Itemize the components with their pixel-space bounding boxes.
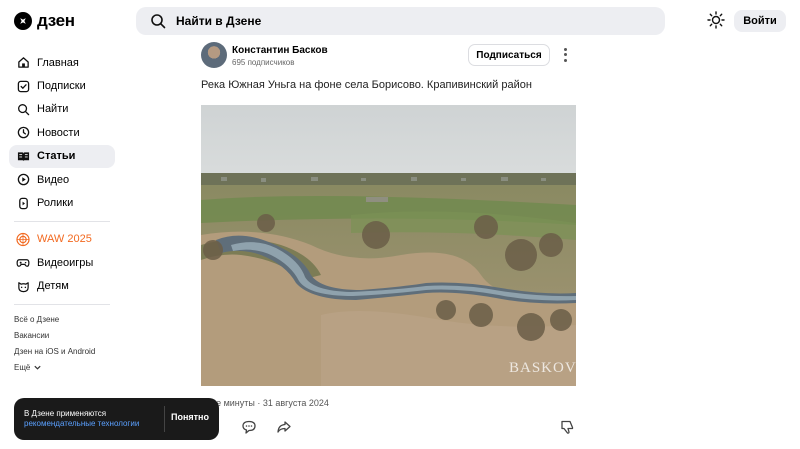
sidebar-item-label: Статьи [37,150,76,163]
home-icon [16,56,30,70]
search-placeholder: Найти в Дзене [176,14,262,28]
search-input[interactable]: Найти в Дзене [136,7,665,35]
shorts-icon [16,196,30,210]
kids-icon [16,279,30,293]
author-name[interactable]: Константин Басков [232,45,328,56]
sidebar-item-label: Новости [37,126,80,139]
landscape-image [201,105,576,386]
chevron-down-icon [34,366,41,371]
articles-icon [16,149,30,163]
sidebar-item-label: Найти [37,103,69,116]
article-meta: олее минуты · 31 августа 2024 [201,398,329,408]
sidebar-item-label: Ролики [37,197,74,210]
search-icon [16,102,30,116]
sidebar-divider [14,303,110,305]
search-icon [151,14,166,29]
toast-ok-button[interactable]: Понятно [171,412,209,422]
sidebar-item-label: Видео [37,173,70,186]
sidebar-item-label: Детям [37,280,69,293]
article-caption: Река Южная Уньга на фоне села Борисово. … [201,79,532,91]
toast-text: В Дзене применяются [24,409,107,418]
dzen-logo-icon [14,12,32,30]
more-options-icon[interactable] [558,47,572,63]
sidebar-item-waw[interactable]: WAW 2025 [9,228,115,251]
video-icon [16,173,30,187]
author-subscribers: 695 подписчиков [232,58,295,67]
share-icon[interactable] [276,419,292,435]
news-icon [16,126,30,140]
toast-divider [164,406,165,432]
subscribe-button[interactable]: Подписаться [468,44,550,66]
sidebar-item-label: Видеоигры [37,256,94,269]
sidebar-item-video[interactable]: Видео [9,168,115,191]
sidebar-item-search[interactable]: Найти [9,98,115,121]
apps-link[interactable]: Дзен на iOS и Android [14,344,115,360]
avatar[interactable] [201,42,227,68]
gamepad-icon [16,256,30,270]
sidebar-item-label: Главная [37,56,79,69]
sidebar-item-articles[interactable]: Статьи [9,144,115,168]
dislike-icon[interactable] [559,419,575,435]
recommendation-toast: В Дзене применяются рекомендательные тех… [14,398,219,440]
sidebar-footer: Всё о Дзене Вакансии Дзен на iOS и Andro… [9,311,115,376]
login-button[interactable]: Войти [734,10,786,32]
more-link-label: Ещё [14,363,31,373]
subscriptions-icon [16,79,30,93]
sidebar-item-home[interactable]: Главная [9,51,115,74]
article-actions [201,419,576,437]
photo-watermark: BASKOV [509,360,576,376]
sidebar-item-shorts[interactable]: Ролики [9,191,115,214]
logo-text: дзен [37,11,75,30]
sidebar: Главная Подписки Найти Новости Статьи Ви… [9,51,115,376]
dzen-logo[interactable]: дзен [14,11,75,31]
header: дзен Найти в Дзене Войти [0,0,800,42]
jobs-link[interactable]: Вакансии [14,327,115,343]
more-link[interactable]: Ещё [14,360,115,376]
sidebar-item-subscriptions[interactable]: Подписки [9,74,115,97]
sidebar-divider [14,220,110,222]
comment-icon[interactable] [241,419,257,435]
sidebar-item-kids[interactable]: Детям [9,275,115,298]
sidebar-item-news[interactable]: Новости [9,121,115,144]
author-block: Константин Басков 695 подписчиков Подпис… [201,42,576,70]
toast-link[interactable]: рекомендательные технологии [24,419,139,428]
article-photo[interactable]: BASKOV [201,105,576,386]
sidebar-item-videogames[interactable]: Видеоигры [9,251,115,274]
theme-toggle-sun-icon[interactable] [707,11,725,29]
sidebar-item-label: Подписки [37,80,86,93]
sidebar-item-label: WAW 2025 [37,233,92,246]
about-link[interactable]: Всё о Дзене [14,311,115,327]
waw-icon [16,232,30,247]
